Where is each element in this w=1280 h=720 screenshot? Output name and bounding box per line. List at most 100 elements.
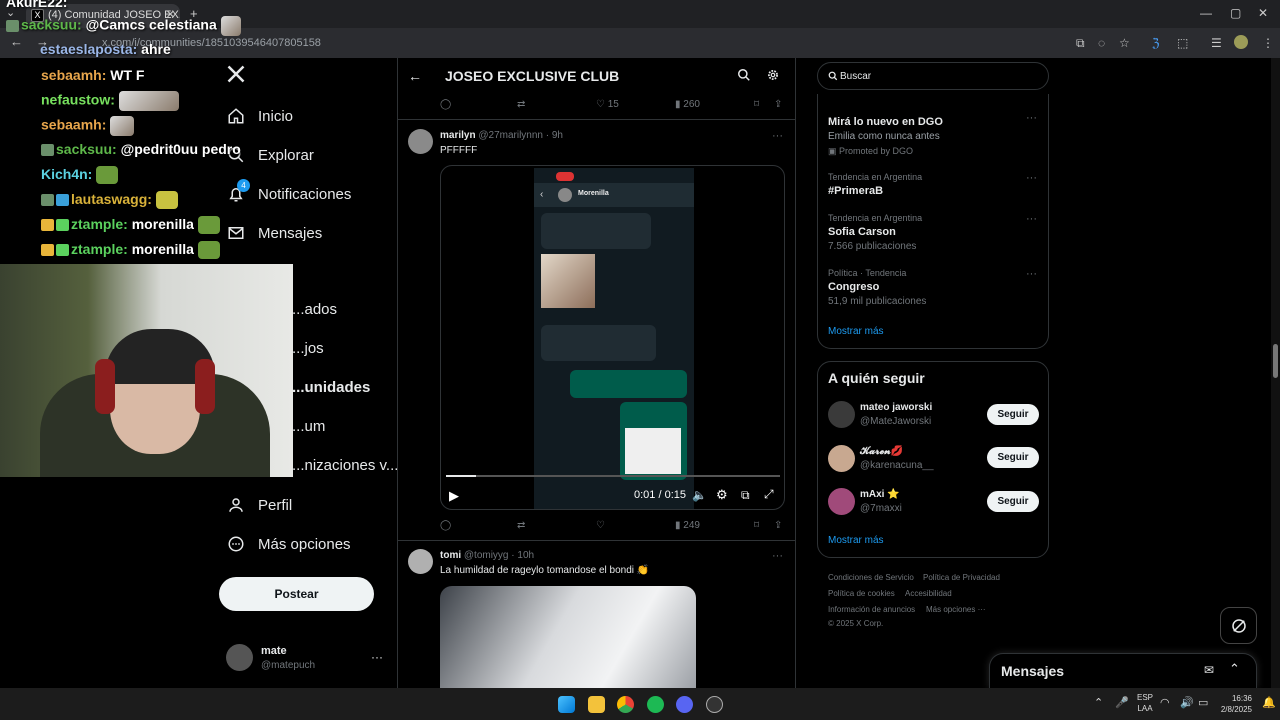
back-arrow-icon[interactable]: ← <box>408 68 422 84</box>
post-author-name[interactable]: tomi <box>440 550 461 561</box>
nav-item-organizaciones[interactable]: ...nizaciones v... <box>292 457 398 474</box>
tray-chevron-up-icon[interactable]: ⌃ <box>1094 696 1103 709</box>
chrome-icon[interactable] <box>617 696 634 713</box>
grok-button[interactable] <box>1220 607 1257 644</box>
footer-link[interactable]: Accesibilidad <box>905 589 952 598</box>
settings-gear-icon[interactable] <box>766 68 780 87</box>
follow-name[interactable]: mateo jaworski <box>860 402 932 413</box>
follow-button[interactable]: Seguir <box>987 404 1039 425</box>
nav-item-inicio[interactable]: Inicio <box>226 106 293 126</box>
scrollbar-thumb[interactable] <box>1273 344 1278 378</box>
nav-item-premium[interactable]: ...um <box>292 418 325 435</box>
follow-button[interactable]: Seguir <box>987 447 1039 468</box>
nav-item-comunidades[interactable]: ...unidades <box>292 379 370 396</box>
follow-show-more-link[interactable]: Mostrar más <box>828 535 884 546</box>
language-indicator[interactable]: ESP LAA <box>1137 692 1153 714</box>
post-more-icon[interactable]: ··· <box>772 550 783 562</box>
file-explorer-icon[interactable] <box>588 696 605 713</box>
views-button[interactable]: ▮ 260 <box>675 99 700 110</box>
follow-avatar[interactable] <box>828 488 855 515</box>
post-time[interactable]: · 9h <box>546 130 563 141</box>
search-input[interactable]: Buscar <box>817 62 1049 90</box>
post-author-handle[interactable]: @tomiyyg <box>464 550 509 561</box>
repost-icon[interactable]: ⇄ <box>517 520 525 531</box>
video-settings-gear-icon[interactable]: ⚙ <box>716 487 728 503</box>
extensions-icon[interactable]: ⬚ <box>1177 36 1188 50</box>
account-menu-icon[interactable]: ··· <box>371 650 383 664</box>
reply-icon[interactable]: ◯ <box>440 99 451 110</box>
follow-avatar[interactable] <box>828 445 855 472</box>
trends-show-more-link[interactable]: Mostrar más <box>828 326 884 337</box>
like-button[interactable]: ♡ 15 <box>596 99 619 110</box>
close-window-icon[interactable]: ✕ <box>1258 6 1268 20</box>
footer-link[interactable]: Más opciones ··· <box>926 605 986 614</box>
trend-more-icon[interactable]: ··· <box>1026 213 1037 225</box>
minimize-icon[interactable]: — <box>1200 6 1212 20</box>
notifications-bell-icon[interactable]: 🔔 <box>1262 696 1276 709</box>
eye-off-icon[interactable]: ◌ <box>1098 36 1105 50</box>
footer-link[interactable]: Información de anuncios <box>828 605 915 614</box>
video-player[interactable]: ‹ Morenilla ▶ 0:01 / 0:15 🔈 ⚙ ⧉ ⤢ <box>440 165 785 510</box>
trend-item[interactable]: Política · Tendencia Congreso 51,9 mil p… <box>828 268 926 307</box>
trend-item[interactable]: Tendencia en Argentina #PrimeraB <box>828 172 922 197</box>
post-button[interactable]: Postear <box>219 577 374 611</box>
app-icon[interactable] <box>706 696 723 713</box>
page-scrollbar[interactable] <box>1271 58 1280 688</box>
windows-start-icon[interactable] <box>558 696 575 713</box>
account-name[interactable]: mate <box>261 645 287 657</box>
profile-avatar[interactable] <box>1234 35 1248 49</box>
views-button[interactable]: ▮ 249 <box>675 520 700 531</box>
trend-item[interactable]: Tendencia en Argentina Sofia Carson 7.56… <box>828 213 922 252</box>
post-media-image[interactable] <box>440 586 696 688</box>
fullscreen-icon[interactable]: ⤢ <box>764 487 774 502</box>
post-author-handle[interactable]: @27marilynnn <box>478 130 543 141</box>
trend-more-icon[interactable]: ··· <box>1026 112 1037 124</box>
repost-icon[interactable]: ⇄ <box>517 99 525 110</box>
post-time[interactable]: · 10h <box>511 550 534 561</box>
post-avatar[interactable] <box>408 549 433 574</box>
pip-icon[interactable]: ⧉ <box>741 488 750 503</box>
maximize-icon[interactable]: ▢ <box>1230 6 1241 20</box>
nav-item-notificaciones[interactable]: 4 Notificaciones <box>226 179 351 204</box>
menu-kebab-icon[interactable]: ⋮ <box>1262 36 1274 50</box>
install-icon[interactable]: ⧉ <box>1076 36 1085 51</box>
footer-link[interactable]: Política de cookies <box>828 589 895 598</box>
trend-more-icon[interactable]: ··· <box>1026 268 1037 280</box>
volume-icon[interactable]: 🔈 <box>692 488 707 502</box>
account-avatar[interactable] <box>226 644 253 671</box>
reading-list-icon[interactable]: ☰ <box>1211 36 1222 50</box>
new-message-icon[interactable]: ✉ <box>1204 663 1214 677</box>
heart-icon[interactable]: ♡ <box>596 520 605 531</box>
follow-name[interactable]: mAxi ⭐ <box>860 489 900 500</box>
footer-link[interactable]: Condiciones de Servicio <box>828 573 914 582</box>
nav-item-perfil[interactable]: Perfil <box>226 495 292 515</box>
clock[interactable]: 16:36 2/8/2025 <box>1216 693 1252 715</box>
extension-translate-icon[interactable]: ℨ <box>1152 36 1159 50</box>
trend-more-icon[interactable]: ··· <box>1026 172 1037 184</box>
wifi-icon[interactable]: ◠ <box>1160 696 1170 709</box>
reply-icon[interactable]: ◯ <box>440 520 451 531</box>
nav-item-guardados[interactable]: ...ados <box>292 301 337 318</box>
battery-icon[interactable]: ▭ <box>1198 696 1208 709</box>
footer-link[interactable]: Política de Privacidad <box>923 573 1000 582</box>
bookmark-icon[interactable]: ⌑ <box>754 99 759 110</box>
follow-avatar[interactable] <box>828 401 855 428</box>
address-bar[interactable]: x.com/i/communities/1851039546407805158 <box>86 33 1086 53</box>
post-more-icon[interactable]: ··· <box>772 130 783 142</box>
discord-icon[interactable] <box>676 696 693 713</box>
share-icon[interactable]: ⇪ <box>774 99 782 110</box>
post-avatar[interactable] <box>408 129 433 154</box>
trend-promoted[interactable]: Mirá lo nuevo en DGO Emilia como nunca a… <box>828 113 943 157</box>
messages-drawer[interactable]: Mensajes ✉ ⌃ <box>989 653 1257 688</box>
nav-item-mas-opciones[interactable]: Más opciones <box>226 534 351 554</box>
star-icon[interactable]: ☆ <box>1119 36 1130 50</box>
follow-name[interactable]: 𝓚𝓪𝓻𝓮𝓷💋 <box>860 446 903 457</box>
bookmark-icon[interactable]: ⌑ <box>754 520 759 531</box>
follow-button[interactable]: Seguir <box>987 491 1039 512</box>
microphone-icon[interactable]: 🎤 <box>1115 696 1129 709</box>
x-logo-icon[interactable] <box>226 64 248 88</box>
search-icon[interactable] <box>737 68 751 87</box>
nav-item-mensajes[interactable]: Mensajes <box>226 223 322 243</box>
volume-icon[interactable]: 🔊 <box>1180 696 1194 709</box>
spotify-icon[interactable] <box>647 696 664 713</box>
